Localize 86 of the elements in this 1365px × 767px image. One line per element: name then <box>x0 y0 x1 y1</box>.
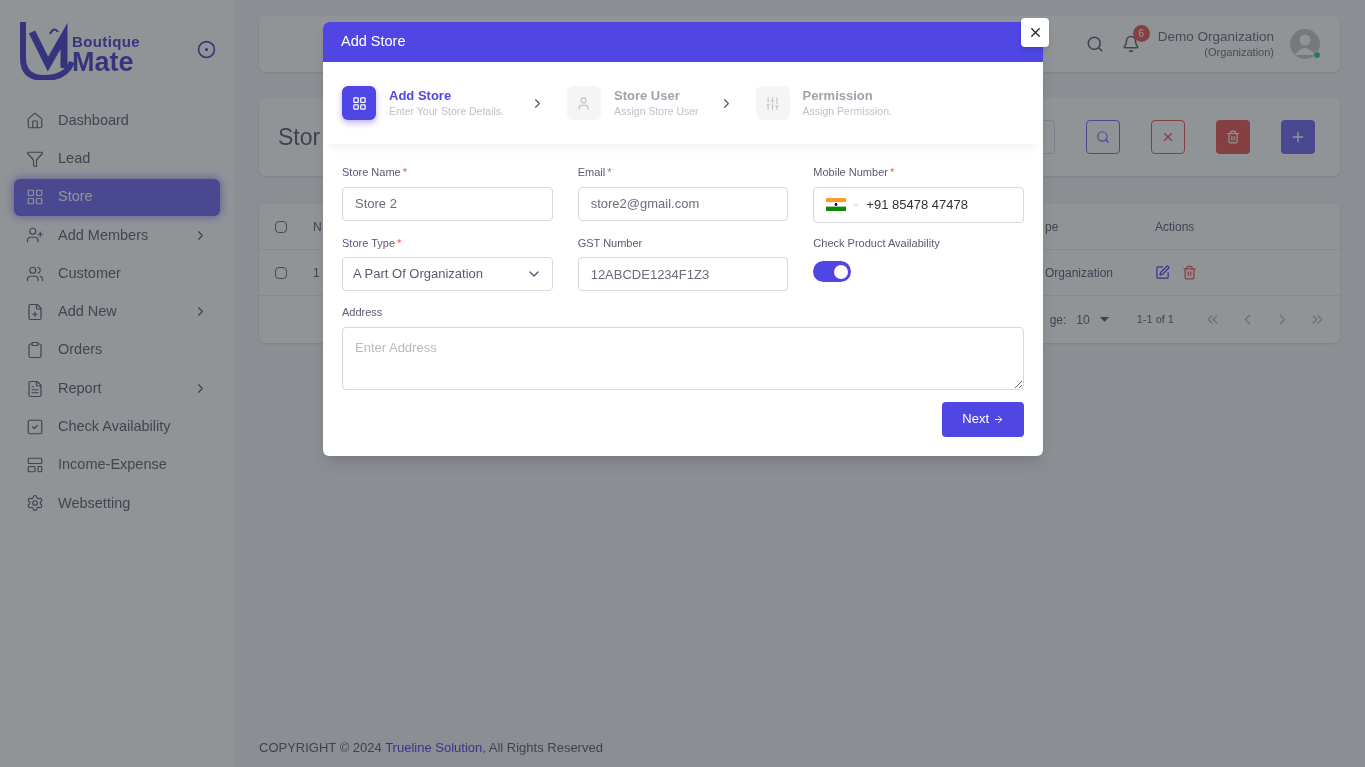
bell-icon[interactable] <box>1121 35 1140 53</box>
notification-badge: 6 <box>1132 25 1150 42</box>
sidebar-item[interactable]: Add Members <box>14 216 220 254</box>
checkbox-icon <box>26 417 44 436</box>
step-title: Add Store <box>389 88 453 105</box>
phone-field[interactable]: +91 85478 47478 <box>813 186 1024 223</box>
field-label: GST Number <box>577 235 644 251</box>
step-subtitle: Enter Your Store Details. <box>389 104 504 118</box>
text-field[interactable]: store2@gmail.com <box>577 186 789 221</box>
sidebar-item[interactable]: Lead <box>14 140 220 178</box>
users-icon <box>26 264 44 283</box>
sidebar-item[interactable]: Dashboard <box>14 102 220 139</box>
user-role: (Organization) <box>1204 45 1274 60</box>
search-icon <box>1096 130 1110 144</box>
edit-icon[interactable] <box>1155 265 1170 280</box>
sidebar-item[interactable]: Store <box>14 178 220 216</box>
column-header: Actions <box>1155 218 1195 236</box>
step-title: Store User <box>614 88 681 105</box>
layout-icon <box>26 456 44 475</box>
field-label: Mobile Number * <box>813 165 896 180</box>
caret-icon <box>1099 317 1109 322</box>
avatar[interactable] <box>1290 29 1320 59</box>
sidebar-item[interactable]: Report <box>14 370 220 408</box>
text-field[interactable]: 12ABCDE1234F1Z3 <box>577 257 789 291</box>
file-plus-icon <box>26 303 44 321</box>
document-icon <box>26 379 44 398</box>
step-subtitle: Assign Store User <box>614 104 699 118</box>
text-field[interactable]: Store 2 <box>342 186 553 221</box>
modal-title: Add Store <box>341 32 406 52</box>
rows-per-page-label: ge: <box>1049 311 1067 329</box>
field-label: Address <box>342 305 384 320</box>
add-button[interactable] <box>1281 120 1315 154</box>
sidebar-item[interactable]: Check Availability <box>14 408 220 446</box>
address-field[interactable]: Enter Address <box>342 326 1024 390</box>
sidebar-item[interactable]: Customer <box>14 255 220 293</box>
field-label: Store Type * <box>342 235 403 251</box>
next-button[interactable]: Next <box>942 401 1024 437</box>
user-plus-icon <box>26 226 44 245</box>
logo-text: Boutique <box>72 34 140 49</box>
checkbox[interactable] <box>275 220 287 233</box>
table-cell-text: Organization <box>1045 264 1114 282</box>
logo[interactable]: Boutique Mate <box>20 18 140 80</box>
user-name: Demo Organization <box>1157 28 1274 46</box>
toggle-switch[interactable] <box>813 261 852 282</box>
flag-icon <box>826 198 847 211</box>
table-cell-text: 1 <box>313 264 320 282</box>
field-label: Store Name * <box>342 165 408 180</box>
page-range: 1-1 of 1 <box>1136 312 1174 328</box>
search-icon[interactable] <box>1085 35 1104 53</box>
funnel-icon <box>26 149 44 168</box>
sliders-icon <box>765 95 781 111</box>
close-icon <box>1161 130 1175 144</box>
settings-icon <box>26 494 44 513</box>
step-subtitle: Assign Permission. <box>802 104 892 118</box>
clipboard-icon <box>26 341 44 360</box>
sidebar-item[interactable]: Orders <box>14 331 220 369</box>
step[interactable]: Permission Assign Permission. <box>755 86 892 120</box>
sidebar-item[interactable]: Websetting <box>14 484 220 522</box>
grid-icon <box>26 188 44 207</box>
toggle-sidebar-icon[interactable] <box>197 39 216 59</box>
field-label: Email * <box>577 165 613 180</box>
select-field[interactable]: A Part Of Organization <box>342 257 553 291</box>
column-header: pe <box>1045 218 1059 236</box>
user-icon <box>576 95 592 111</box>
step[interactable]: Store User Assign Store User <box>567 86 699 120</box>
rows-per-page-select[interactable]: 10 <box>1076 310 1109 329</box>
logo-text: Mate <box>72 49 134 76</box>
clear-button[interactable] <box>1151 120 1185 154</box>
trash-icon <box>1226 130 1240 144</box>
search-button[interactable] <box>1086 120 1120 154</box>
step[interactable]: Add Store Enter Your Store Details. <box>342 86 504 120</box>
sidebar-item[interactable]: Income-Expense <box>14 446 220 484</box>
copyright-text: COPYRIGHT © 2024 Trueline Solution, All Rights Reserved <box>259 738 604 757</box>
column-header: N <box>313 218 322 236</box>
grid-icon <box>351 95 367 111</box>
checkbox[interactable] <box>275 266 287 279</box>
step-title: Permission <box>802 88 874 105</box>
arrow-right-icon <box>993 413 1004 425</box>
page-title: Stor <box>278 122 322 152</box>
home-icon <box>26 111 44 130</box>
field-label: Check Product Availability <box>813 235 941 251</box>
sidebar-item[interactable]: Add New <box>14 293 220 331</box>
trash-icon[interactable] <box>1182 265 1197 280</box>
delete-button[interactable] <box>1216 120 1250 154</box>
close-button[interactable] <box>1021 18 1049 47</box>
plus-icon <box>1290 129 1306 145</box>
